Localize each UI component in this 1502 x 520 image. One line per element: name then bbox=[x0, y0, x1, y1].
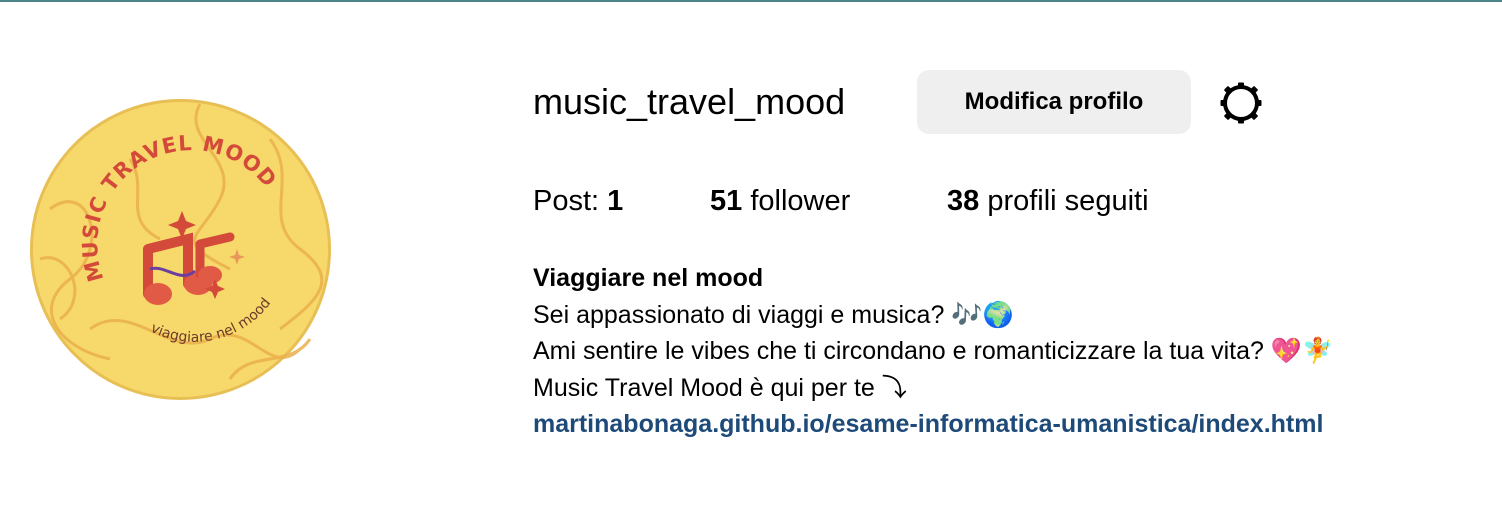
edit-profile-button[interactable]: Modifica profilo bbox=[917, 70, 1191, 134]
profile-top-row: music_travel_mood Modifica profilo bbox=[533, 70, 1293, 134]
following-value: 38 bbox=[947, 185, 980, 217]
bio-website-link[interactable]: martinabonaga.github.io/esame-informatic… bbox=[533, 406, 1463, 443]
followers-label: follower bbox=[750, 185, 851, 217]
bio-title: Viaggiare nel mood bbox=[533, 264, 764, 292]
profile-bio: Viaggiare nel mood Sei appassionato di v… bbox=[533, 260, 1463, 443]
posts-count: Post: 1 bbox=[533, 183, 623, 219]
music-travel-mood-logo: MUSIC TRAVEL MOOD viaggiare nel mood bbox=[30, 99, 331, 400]
bio-line-3: Music Travel Mood è qui per te ⤵ bbox=[533, 373, 907, 402]
bio-line-1: Sei appassionato di viaggi e musica? 🎶🌍 bbox=[533, 300, 1014, 329]
followers-count[interactable]: 51 follower bbox=[710, 183, 850, 219]
window-top-border bbox=[0, 0, 1502, 2]
profile-username: music_travel_mood bbox=[533, 81, 846, 122]
posts-label: Post: bbox=[533, 185, 600, 217]
profile-stats: Post: 1 51 follower 38 profili seguiti bbox=[533, 183, 1293, 219]
profile-avatar[interactable]: MUSIC TRAVEL MOOD viaggiare nel mood bbox=[30, 99, 331, 400]
following-count[interactable]: 38 profili seguiti bbox=[947, 183, 1149, 219]
following-label: profili seguiti bbox=[987, 185, 1149, 217]
posts-value: 1 bbox=[607, 185, 624, 217]
followers-value: 51 bbox=[710, 185, 743, 217]
gear-icon[interactable] bbox=[1219, 81, 1263, 125]
bio-line-2: Ami sentire le vibes che ti circondano e… bbox=[533, 337, 1334, 365]
